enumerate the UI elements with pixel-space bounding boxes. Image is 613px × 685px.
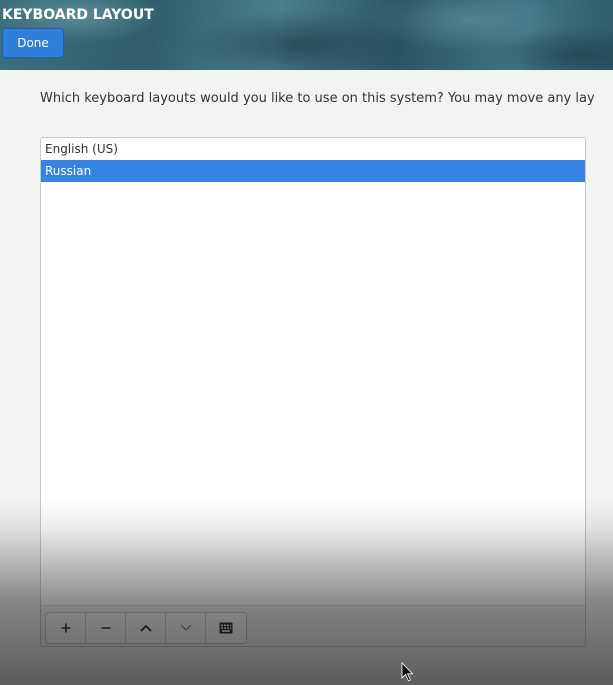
move-up-button[interactable] [126,613,166,643]
keyboard-icon [219,622,233,634]
done-button[interactable]: Done [2,28,64,58]
chevron-up-icon [139,624,152,632]
instructions-text: Which keyboard layouts would you like to… [40,91,595,106]
preview-layout-button[interactable] [206,613,246,643]
layout-row-english-us[interactable]: English (US) [41,138,585,160]
layout-panel: English (US) Russian [40,137,586,647]
toolbar-button-group [45,612,247,644]
remove-layout-button[interactable] [86,613,126,643]
mouse-cursor-icon [401,662,414,682]
add-layout-button[interactable] [46,613,86,643]
layout-row-russian[interactable]: Russian [41,160,585,182]
plus-icon [61,623,70,633]
layout-list[interactable]: English (US) Russian [41,138,585,605]
minus-icon [101,627,110,629]
layout-toolbar [41,605,585,646]
page-title: KEYBOARD LAYOUT [2,7,154,23]
move-down-button[interactable] [166,613,206,643]
chevron-down-icon [180,624,191,631]
header-bar: KEYBOARD LAYOUT Done [0,0,613,70]
